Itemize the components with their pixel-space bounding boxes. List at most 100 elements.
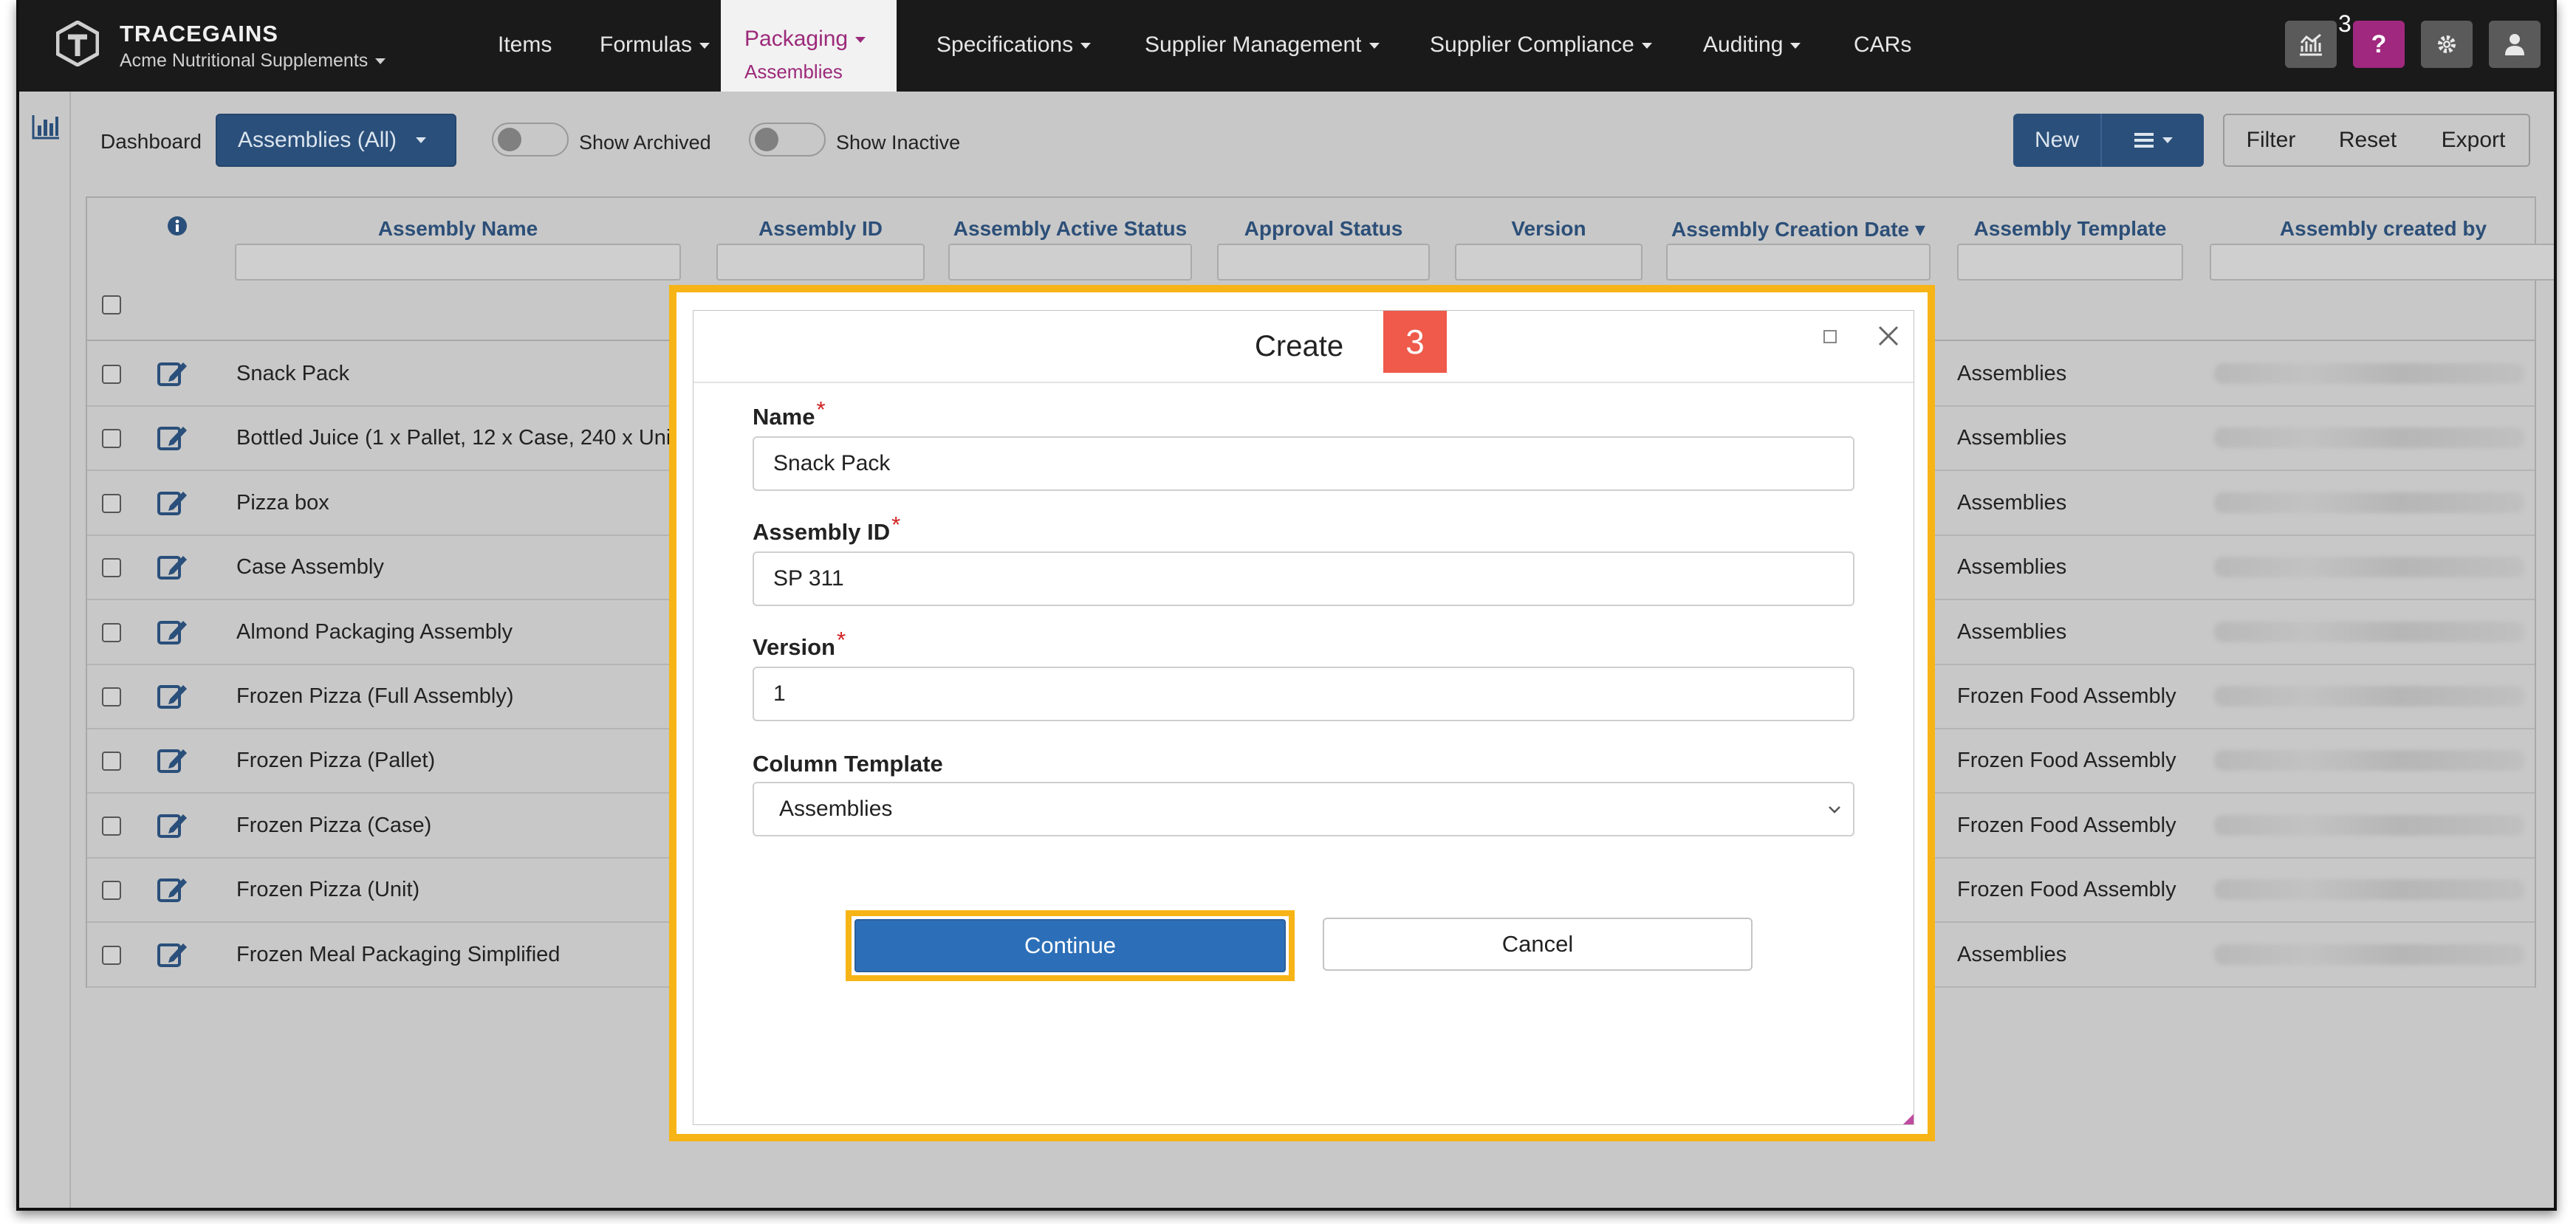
export-button[interactable]: Export xyxy=(2418,114,2530,167)
nav-supplier-management[interactable]: Supplier Management xyxy=(1145,32,1380,58)
analytics-icon xyxy=(2300,33,2322,56)
assembly-name-cell[interactable]: Snack Pack xyxy=(236,362,349,386)
row-checkbox[interactable] xyxy=(102,752,121,771)
column-header-approval-status[interactable]: Approval Status xyxy=(1217,217,1430,241)
user-menu-button[interactable] xyxy=(2489,21,2541,68)
company-name: Acme Nutritional Supplements xyxy=(120,50,369,71)
filter-input-created-by[interactable] xyxy=(2210,244,2554,281)
nav-formulas[interactable]: Formulas xyxy=(600,32,710,58)
assembly-id-input[interactable]: SP 311 xyxy=(753,551,1854,606)
column-header-assembly-id[interactable]: Assembly ID xyxy=(716,217,925,241)
assembly-name-cell[interactable]: Frozen Meal Packaging Simplified xyxy=(236,943,560,967)
row-checkbox[interactable] xyxy=(102,365,121,384)
assembly-name-cell[interactable]: Almond Packaging Assembly xyxy=(236,620,513,644)
continue-button[interactable]: Continue xyxy=(854,919,1286,972)
redacted-created-by-cell xyxy=(2214,814,2524,836)
column-header-active-status[interactable]: Assembly Active Status xyxy=(948,217,1192,241)
nav-supplier-compliance[interactable]: Supplier Compliance xyxy=(1430,32,1652,58)
filter-input-approval-status[interactable] xyxy=(1217,244,1430,281)
analytics-button[interactable] xyxy=(2285,21,2337,68)
edit-icon[interactable] xyxy=(157,875,189,908)
dialog-title: Create xyxy=(1255,330,1344,362)
assembly-name-cell[interactable]: Frozen Pizza (Pallet) xyxy=(236,749,435,773)
edit-icon[interactable] xyxy=(157,617,189,650)
help-button[interactable]: ? xyxy=(2353,21,2405,68)
filter-button[interactable]: Filter xyxy=(2223,114,2319,167)
redacted-created-by-cell xyxy=(2214,621,2524,642)
nav-auditing[interactable]: Auditing xyxy=(1703,32,1801,58)
nav-cars[interactable]: CARs xyxy=(1854,32,1911,58)
chevron-down-icon xyxy=(1080,43,1092,49)
filter-input-assembly-template[interactable] xyxy=(1957,244,2183,281)
nav-specifications[interactable]: Specifications xyxy=(936,32,1092,58)
info-icon[interactable] xyxy=(167,216,188,236)
required-mark: * xyxy=(837,627,846,653)
redacted-created-by-cell xyxy=(2214,879,2524,901)
tracegains-logo-icon[interactable] xyxy=(56,21,99,66)
assembly-name-cell[interactable]: Frozen Pizza (Unit) xyxy=(236,878,419,902)
assembly-name-cell[interactable]: Bottled Juice (1 x Pallet, 12 x Case, 24… xyxy=(236,426,676,450)
assembly-name-cell[interactable]: Case Assembly xyxy=(236,555,384,580)
column-header-assembly-name[interactable]: Assembly Name xyxy=(235,217,681,241)
edit-icon[interactable] xyxy=(157,488,189,521)
reset-button[interactable]: Reset xyxy=(2318,114,2419,167)
version-input[interactable]: 1 xyxy=(753,667,1854,721)
dashboard-chart-icon[interactable] xyxy=(31,114,61,140)
cancel-button[interactable]: Cancel xyxy=(1323,918,1753,971)
brand-name: TRACEGAINS xyxy=(120,21,278,47)
redacted-created-by-cell xyxy=(2214,427,2524,449)
company-switcher[interactable]: Acme Nutritional Supplements xyxy=(120,50,386,72)
row-checkbox[interactable] xyxy=(102,881,121,901)
nav-packaging[interactable]: Packaging Assemblies xyxy=(721,0,897,92)
edit-icon[interactable] xyxy=(157,681,189,715)
dashboard-link[interactable]: Dashboard xyxy=(100,130,202,154)
filter-input-assembly-name[interactable] xyxy=(235,244,681,281)
close-icon[interactable] xyxy=(1875,323,1902,349)
column-header-creation-date[interactable]: Assembly Creation Date ▾ xyxy=(1666,217,1931,241)
edit-icon[interactable] xyxy=(157,423,189,456)
show-inactive-toggle[interactable] xyxy=(749,123,826,157)
view-selector-button[interactable]: Assemblies (All) xyxy=(216,114,456,167)
row-checkbox[interactable] xyxy=(102,816,121,836)
filter-input-assembly-id[interactable] xyxy=(716,244,925,281)
column-header-assembly-template[interactable]: Assembly Template xyxy=(1957,217,2183,241)
edit-icon[interactable] xyxy=(157,359,189,392)
edit-icon[interactable] xyxy=(157,811,189,844)
row-checkbox[interactable] xyxy=(102,622,121,642)
redacted-created-by-cell xyxy=(2214,363,2524,384)
settings-button[interactable] xyxy=(2421,21,2473,68)
column-header-version[interactable]: Version xyxy=(1455,217,1642,241)
filter-input-creation-date[interactable] xyxy=(1666,244,1931,281)
assembly-name-cell[interactable]: Frozen Pizza (Full Assembly) xyxy=(236,684,514,709)
assembly-name-cell[interactable]: Pizza box xyxy=(236,491,329,515)
row-checkbox[interactable] xyxy=(102,945,121,965)
chevron-down-icon xyxy=(1368,43,1380,49)
side-rail xyxy=(19,92,71,1208)
select-all-checkbox[interactable] xyxy=(102,295,121,314)
new-button[interactable]: New xyxy=(2013,114,2100,167)
row-checkbox[interactable] xyxy=(102,687,121,706)
row-checkbox[interactable] xyxy=(102,493,121,513)
row-checkbox[interactable] xyxy=(102,429,121,449)
assembly-name-cell[interactable]: Frozen Pizza (Case) xyxy=(236,814,431,838)
column-header-created-by[interactable]: Assembly created by xyxy=(2210,217,2554,241)
maximize-icon[interactable] xyxy=(1823,330,1837,343)
filter-input-version[interactable] xyxy=(1455,244,1642,281)
edit-icon[interactable] xyxy=(157,746,189,779)
column-template-select[interactable]: Assemblies xyxy=(753,782,1854,836)
edit-icon[interactable] xyxy=(157,552,189,585)
name-input[interactable]: Snack Pack xyxy=(753,436,1854,491)
show-inactive-label: Show Inactive xyxy=(836,131,961,154)
toggle-knob xyxy=(498,128,521,151)
show-archived-toggle[interactable] xyxy=(492,123,569,157)
modal-highlight: Create 3 Name* Snack Pack Assembly ID* S… xyxy=(669,285,1935,1141)
actions-menu-button[interactable] xyxy=(2100,114,2204,167)
row-checkbox[interactable] xyxy=(102,558,121,578)
nav-items[interactable]: Items xyxy=(498,32,552,58)
assembly-template-cell: Frozen Food Assembly xyxy=(1957,878,2176,902)
gear-icon xyxy=(2438,35,2456,53)
resize-handle[interactable] xyxy=(1903,1114,1914,1124)
filter-input-active-status[interactable] xyxy=(948,244,1192,281)
assembly-template-cell: Assemblies xyxy=(1957,490,2067,515)
edit-icon[interactable] xyxy=(157,940,189,973)
